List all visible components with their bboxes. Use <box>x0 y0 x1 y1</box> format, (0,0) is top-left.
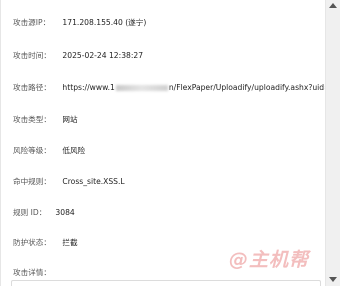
rule-id-label: 规则 ID： <box>13 208 47 217</box>
protect-status-label: 防护状态： <box>13 238 51 247</box>
protect-status-value: 拦截 <box>62 238 78 247</box>
scroll-up-arrow-icon[interactable] <box>329 3 337 8</box>
attack-path-prefix: https://www.1 <box>62 83 115 92</box>
redacted-domain <box>115 85 168 91</box>
attack-time-row: 攻击时间： 2025-02-24 12:38:27 <box>13 51 143 61</box>
attack-time-label: 攻击时间： <box>13 51 51 60</box>
attack-ip-value: 171.208.155.40 (遂宁) <box>62 18 147 27</box>
attack-path-label: 攻击路径： <box>13 83 51 92</box>
attack-time-value: 2025-02-24 12:38:27 <box>62 51 144 60</box>
attack-detail-label: 攻击详情： <box>13 268 51 277</box>
risk-level-label: 风险等级： <box>13 146 51 155</box>
attack-detail-row: 攻击详情： <box>13 268 51 278</box>
attack-ip-row: 攻击源IP： 171.208.155.40 (遂宁) <box>13 18 146 28</box>
vertical-scrollbar[interactable] <box>325 0 340 286</box>
scroll-down-arrow-icon[interactable] <box>329 277 337 282</box>
hit-rule-value: Cross_site.XSS.L <box>62 177 125 186</box>
attack-detail-box[interactable] <box>11 280 321 286</box>
hit-rule-label: 命中规则： <box>13 177 51 186</box>
attack-path-row: 攻击路径： https://www.1 n/FlexPaper/Uploadify… <box>13 83 340 93</box>
protect-status-row: 防护状态： 拦截 <box>13 238 78 248</box>
rule-id-value: 3084 <box>55 208 75 217</box>
attack-path-suffix: n/FlexPaper/Uploadify/uploadify.ashx?uid… <box>168 83 340 92</box>
attack-ip-label: 攻击源IP： <box>13 18 51 27</box>
attack-detail-panel: 攻击源IP： 171.208.155.40 (遂宁) 攻击时间： 2025-02… <box>0 0 340 286</box>
attack-type-value: 网站 <box>62 115 78 124</box>
attack-type-row: 攻击类型： 网站 <box>13 115 78 125</box>
hit-rule-row: 命中规则： Cross_site.XSS.L <box>13 177 125 187</box>
watermark-logo: @主机帮 <box>228 249 309 271</box>
attack-type-label: 攻击类型： <box>13 115 51 124</box>
attack-path-value: https://www.1 n/FlexPaper/Uploadify/uploa… <box>62 83 340 93</box>
risk-level-row: 风险等级： 低风险 <box>13 146 85 156</box>
risk-level-value: 低风险 <box>62 146 86 155</box>
rule-id-row: 规则 ID： 3084 <box>13 208 75 218</box>
